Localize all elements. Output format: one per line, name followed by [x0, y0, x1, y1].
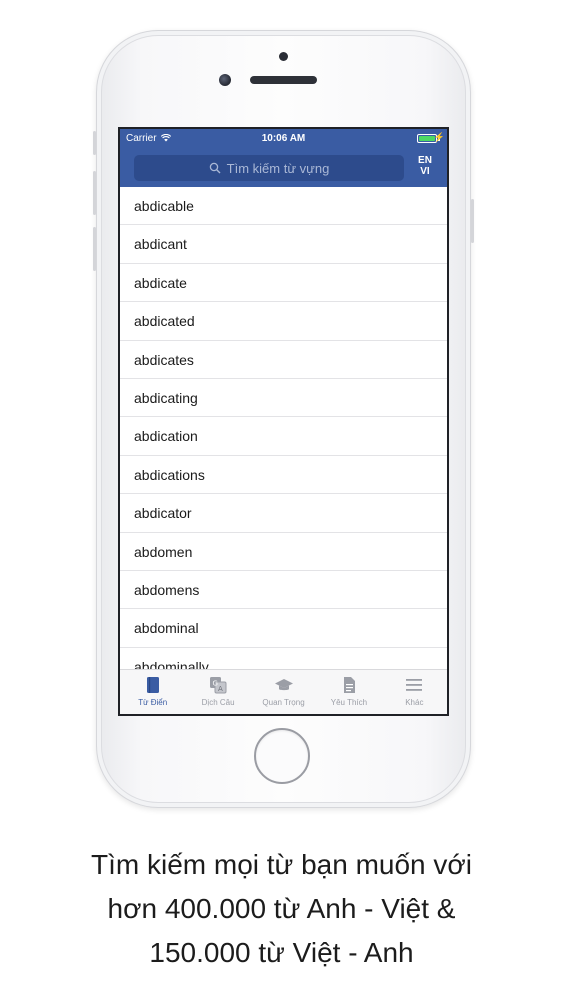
promo-caption: Tìm kiếm mọi từ bạn muốn với hơn 400.000…	[0, 843, 563, 975]
tab-bar: Từ Điển G A Dịch Câu Quan Trọng Yêu Thíc…	[120, 669, 447, 714]
power-button	[471, 199, 474, 243]
list-item[interactable]: abdicated	[120, 302, 447, 341]
word-label: abdicator	[134, 505, 192, 522]
search-icon	[209, 162, 221, 174]
status-bar: Carrier 10:06 AM ⚡	[120, 129, 447, 149]
language-toggle-button[interactable]: EN VI	[413, 155, 437, 177]
proximity-sensor	[279, 52, 288, 61]
tab-label: Khác	[405, 698, 424, 707]
word-label: abdication	[134, 428, 198, 445]
tab-important[interactable]: Quan Trọng	[251, 670, 316, 714]
tab-label: Yêu Thích	[330, 698, 368, 707]
word-label: abdications	[134, 466, 205, 483]
list-item[interactable]: abdicant	[120, 225, 447, 264]
list-item[interactable]: abdicates	[120, 341, 447, 379]
language-to: VI	[420, 166, 430, 177]
list-item[interactable]: abdominal	[120, 609, 447, 648]
document-icon	[343, 677, 355, 693]
caption-line: 150.000 từ Việt - Anh	[149, 937, 414, 968]
tab-label: Quan Trọng	[262, 698, 305, 707]
earpiece-speaker	[250, 76, 317, 84]
dictionary-book-icon	[146, 677, 159, 693]
word-label: abdicated	[134, 313, 195, 330]
word-label: abdominal	[134, 620, 199, 637]
list-item[interactable]: abdicator	[120, 494, 447, 533]
caption-line: Tìm kiếm mọi từ bạn muốn với	[91, 849, 472, 880]
tab-dictionary[interactable]: Từ Điển	[120, 670, 185, 714]
app-screen: Carrier 10:06 AM ⚡ Tìm kiếm từ vựng EN V…	[118, 127, 449, 716]
tab-favorites[interactable]: Yêu Thích	[316, 670, 381, 714]
search-placeholder: Tìm kiếm từ vựng	[226, 160, 330, 176]
translate-icon: G A	[210, 677, 227, 694]
menu-icon	[406, 679, 423, 691]
tab-label: Dịch Câu	[201, 698, 235, 707]
word-label: abdomens	[134, 581, 200, 598]
list-item[interactable]: abdication	[120, 417, 447, 456]
tab-label: Từ Điển	[138, 698, 168, 707]
list-item[interactable]: abdicable	[120, 187, 447, 226]
word-label: abdicates	[134, 351, 194, 368]
tab-more[interactable]: Khác	[382, 670, 447, 714]
word-label: abdicate	[134, 274, 187, 291]
list-item[interactable]: abdomens	[120, 571, 447, 610]
list-item[interactable]: abdomen	[120, 533, 447, 571]
word-label: abdicable	[134, 198, 194, 214]
charging-bolt-icon: ⚡	[433, 132, 445, 142]
word-label: abdomen	[134, 543, 193, 560]
list-item[interactable]: abdicating	[120, 379, 447, 418]
front-camera	[219, 74, 231, 86]
word-list: abdicable abdicant abdicate abdicated ab…	[120, 187, 447, 673]
nav-bar: Tìm kiếm từ vựng EN VI	[120, 149, 447, 187]
volume-down-button	[93, 227, 96, 271]
word-label: abdicant	[134, 236, 187, 253]
list-item[interactable]: abdicate	[120, 264, 447, 303]
home-button[interactable]	[254, 728, 310, 784]
list-item[interactable]: abdications	[120, 456, 447, 495]
clock: 10:06 AM	[261, 133, 306, 144]
svg-text:A: A	[218, 685, 223, 693]
language-from: EN	[418, 155, 432, 166]
search-input[interactable]: Tìm kiếm từ vựng	[134, 155, 404, 181]
caption-line: hơn 400.000 từ Anh - Việt &	[107, 893, 456, 924]
mute-switch	[93, 131, 96, 155]
volume-up-button	[93, 171, 96, 215]
tab-translate[interactable]: G A Dịch Câu	[185, 670, 250, 714]
word-label: abdicating	[134, 389, 198, 406]
graduation-cap-icon	[274, 679, 293, 691]
